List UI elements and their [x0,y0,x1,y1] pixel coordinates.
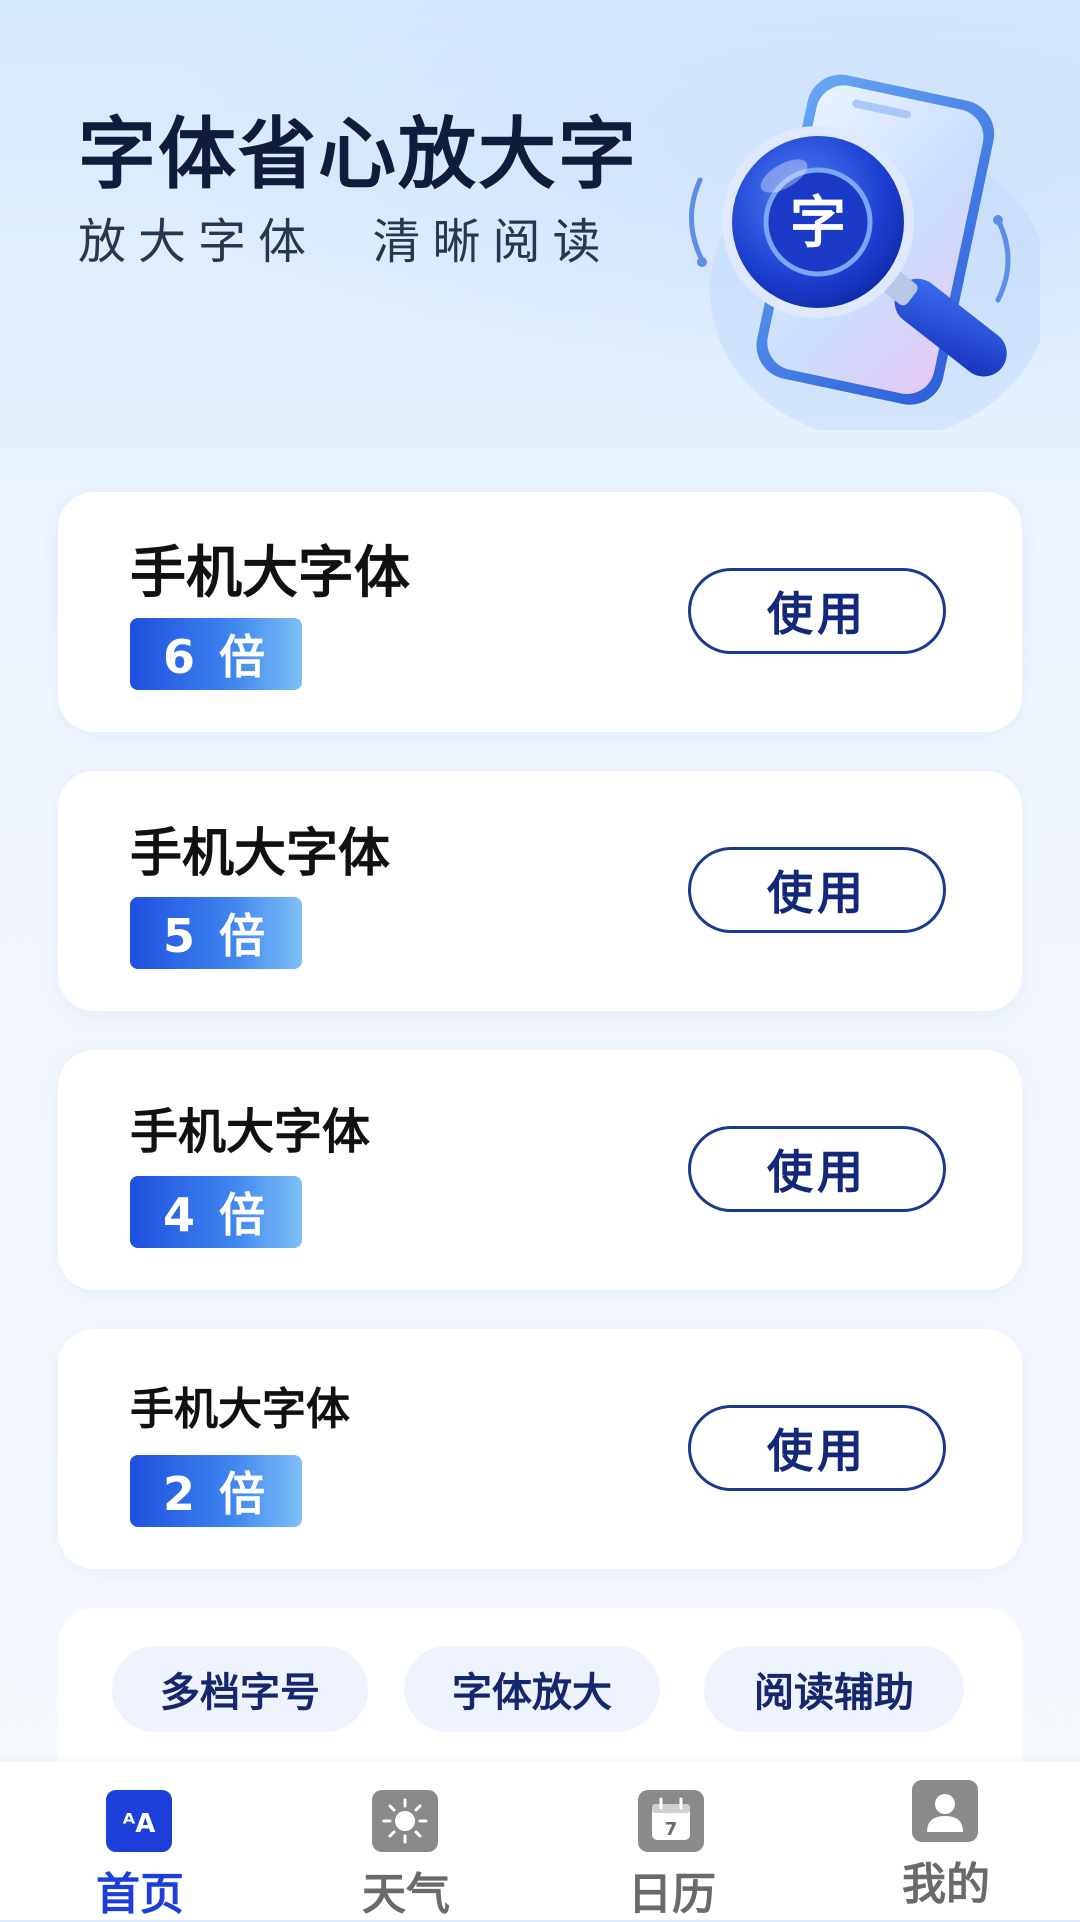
card-title: 手机大字体 [130,824,391,884]
nav-label: 首页 [96,1869,184,1920]
nav-label: 我的 [902,1859,990,1910]
nav-item-home[interactable]: ᴬA 首页 [40,1762,240,1920]
svg-text:7: 7 [665,1819,678,1840]
use-button[interactable]: 使用 [688,1126,946,1212]
user-icon [912,1780,978,1842]
nav-item-calendar[interactable]: 7 日历 [572,1762,772,1920]
nav-label: 天气 [362,1869,450,1920]
app-title: 字体省心放大字 [78,110,639,200]
tag-reading-assist[interactable]: 阅读辅助 [704,1646,964,1732]
card-title: 手机大字体 [130,1104,371,1160]
hero-glyph: 字 [790,191,846,256]
nav-item-profile[interactable]: 我的 [846,1762,1046,1920]
card-title: 手机大字体 [130,541,410,606]
nav-item-weather[interactable]: 天气 [306,1762,506,1920]
font-size-icon: ᴬA [106,1790,172,1852]
card-title: 手机大字体 [130,1384,350,1435]
tag-font-enlarge[interactable]: 字体放大 [404,1646,660,1732]
hero-magnifier-illustration: 字 [689,74,1040,430]
scale-badge: 5 倍 [130,897,302,969]
svg-text:ᴬA: ᴬA [123,1809,156,1839]
calendar-icon: 7 [638,1790,704,1852]
scale-badge: 6 倍 [130,618,302,690]
app-subtitle: 放大字体 清晰阅读 [78,214,613,270]
font-card-5x: 手机大字体 5 倍 使用 [58,771,1022,1011]
header-banner: 字体省心放大字 放大字体 清晰阅读 字 [0,0,1080,480]
use-button[interactable]: 使用 [688,1405,946,1491]
tag-multi-size[interactable]: 多档字号 [112,1646,368,1732]
font-card-4x: 手机大字体 4 倍 使用 [58,1050,1022,1290]
scale-badge: 4 倍 [130,1176,302,1248]
use-button[interactable]: 使用 [688,847,946,933]
font-card-6x: 手机大字体 6 倍 使用 [58,492,1022,732]
sun-icon [372,1790,438,1852]
bottom-nav: ᴬA 首页 天气 7 日历 我的 [0,1762,1080,1920]
scale-badge: 2 倍 [130,1455,302,1527]
use-button[interactable]: 使用 [688,568,946,654]
font-card-2x: 手机大字体 2 倍 使用 [58,1329,1022,1569]
nav-label: 日历 [628,1869,716,1920]
